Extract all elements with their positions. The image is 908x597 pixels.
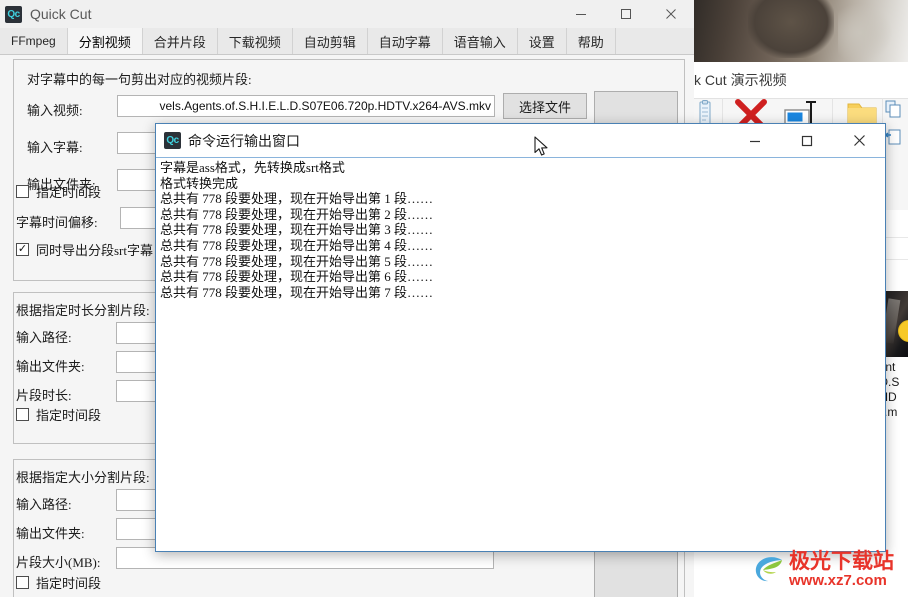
explorer-title: k Cut 演示视频 — [694, 72, 787, 88]
choose-file-button[interactable]: 选择文件 — [503, 93, 587, 119]
watermark-logo-icon — [755, 557, 782, 582]
watermark: 极光下载站 www.xz7.com — [752, 545, 908, 593]
checkbox-time-range-1[interactable] — [16, 185, 29, 198]
explorer-photo-preview — [690, 0, 908, 62]
output-line: 总共有 778 段要处理，现在开始导出第 2 段…… — [160, 206, 434, 222]
dialog-app-icon: Qc — [164, 132, 181, 149]
tab-voice-input[interactable]: 语音输入 — [442, 28, 518, 54]
output-line: 格式转换完成 — [160, 175, 239, 191]
group-size-split-title: 根据指定大小分割片段: — [16, 470, 150, 485]
tab-merge-clips[interactable]: 合并片段 — [142, 28, 218, 54]
window-controls — [558, 0, 693, 28]
checkbox-time-range-1-label: 指定时间段 — [36, 185, 102, 200]
minimize-button[interactable] — [558, 0, 603, 28]
group-duration-split-title: 根据指定时长分割片段: — [16, 303, 150, 318]
checkbox-row-time-range-1[interactable]: 指定时间段 — [16, 182, 101, 201]
tab-settings[interactable]: 设置 — [517, 28, 567, 54]
output-line: 总共有 778 段要处理，现在开始导出第 6 段…… — [160, 269, 434, 285]
dialog-close-button[interactable] — [833, 124, 885, 157]
command-output-text[interactable]: 字幕是ass格式，先转换成srt格式 格式转换完成 总共有 778 段要处理，现… — [156, 157, 885, 551]
label-size-input-path: 输入路径: — [16, 497, 72, 512]
tab-ffmpeg[interactable]: FFmpeg — [0, 28, 68, 54]
checkbox-export-srt-label: 同时导出分段srt字幕 — [36, 243, 154, 258]
tab-split-video[interactable]: 分割视频 — [67, 28, 143, 54]
label-duration-output-folder: 输出文件夹: — [16, 359, 85, 374]
checkbox-time-range-3-label: 指定时间段 — [36, 576, 102, 591]
app-icon: Qc — [5, 5, 22, 23]
tab-auto-edit[interactable]: 自动剪辑 — [292, 28, 368, 54]
watermark-text-block: 极光下载站 www.xz7.com — [789, 550, 894, 589]
tab-strip: FFmpeg 分割视频 合并片段 下载视频 自动剪辑 自动字幕 语音输入 设置 … — [0, 28, 694, 55]
label-duration-input-path: 输入路径: — [16, 330, 72, 345]
output-line: 字幕是ass格式，先转换成srt格式 — [160, 160, 345, 175]
label-clip-duration: 片段时长: — [16, 388, 72, 403]
checkbox-row-export-srt[interactable]: ✓ 同时导出分段srt字幕 — [16, 240, 153, 259]
label-input-video: 输入视频: — [27, 103, 83, 118]
easy-access-icon[interactable] — [885, 128, 903, 146]
dialog-title: 命令运行输出窗口 — [188, 134, 300, 150]
tab-help[interactable]: 帮助 — [566, 28, 616, 54]
output-line: 总共有 778 段要处理，现在开始导出第 3 段…… — [160, 222, 434, 238]
watermark-url: www.xz7.com — [789, 571, 887, 589]
new-item-icon[interactable] — [885, 100, 903, 118]
dialog-maximize-button[interactable] — [781, 124, 833, 157]
output-line: 总共有 778 段要处理，现在开始导出第 5 段…… — [160, 253, 434, 269]
maximize-button[interactable] — [603, 0, 648, 28]
dialog-window-controls — [729, 124, 885, 157]
output-line: 总共有 778 段要处理，现在开始导出第 1 段…… — [160, 191, 434, 207]
checkbox-row-time-range-3[interactable]: 指定时间段 — [16, 573, 101, 592]
command-output-dialog: Qc 命令运行输出窗口 字幕是ass格式，先转换成srt格式 格式转换完成 总共… — [155, 123, 886, 552]
checkbox-export-srt[interactable]: ✓ — [16, 243, 29, 256]
tab-download-video[interactable]: 下载视频 — [217, 28, 293, 54]
checkbox-row-time-range-2[interactable]: 指定时间段 — [16, 405, 101, 424]
label-size-output-folder: 输出文件夹: — [16, 526, 85, 541]
label-clip-size: 片段大小(MB): — [16, 555, 101, 570]
checkbox-time-range-2-label: 指定时间段 — [36, 408, 102, 423]
app-title: Quick Cut — [30, 6, 92, 22]
input-video-field[interactable]: vels.Agents.of.S.H.I.E.L.D.S07E06.720p.H… — [117, 95, 495, 117]
watermark-title: 极光下载站 — [789, 548, 894, 573]
action-button-2[interactable] — [594, 548, 678, 597]
output-line: 总共有 778 段要处理，现在开始导出第 7 段…… — [160, 284, 434, 300]
group-subtitle-split-title: 对字幕中的每一句剪出对应的视频片段: — [27, 72, 252, 87]
output-line: 总共有 778 段要处理，现在开始导出第 4 段…… — [160, 237, 434, 253]
label-subtitle-time-offset: 字幕时间偏移: — [16, 215, 98, 230]
checkbox-time-range-2[interactable] — [16, 408, 29, 421]
dialog-minimize-button[interactable] — [729, 124, 781, 157]
checkbox-time-range-3[interactable] — [16, 576, 29, 589]
tab-auto-subtitle[interactable]: 自动字幕 — [367, 28, 443, 54]
close-button[interactable] — [648, 0, 693, 28]
label-input-subtitle: 输入字幕: — [27, 140, 83, 155]
screen-root: k Cut 演示视频 .D.S .HD S.m Qc Quick Cut FFm… — [0, 0, 908, 597]
